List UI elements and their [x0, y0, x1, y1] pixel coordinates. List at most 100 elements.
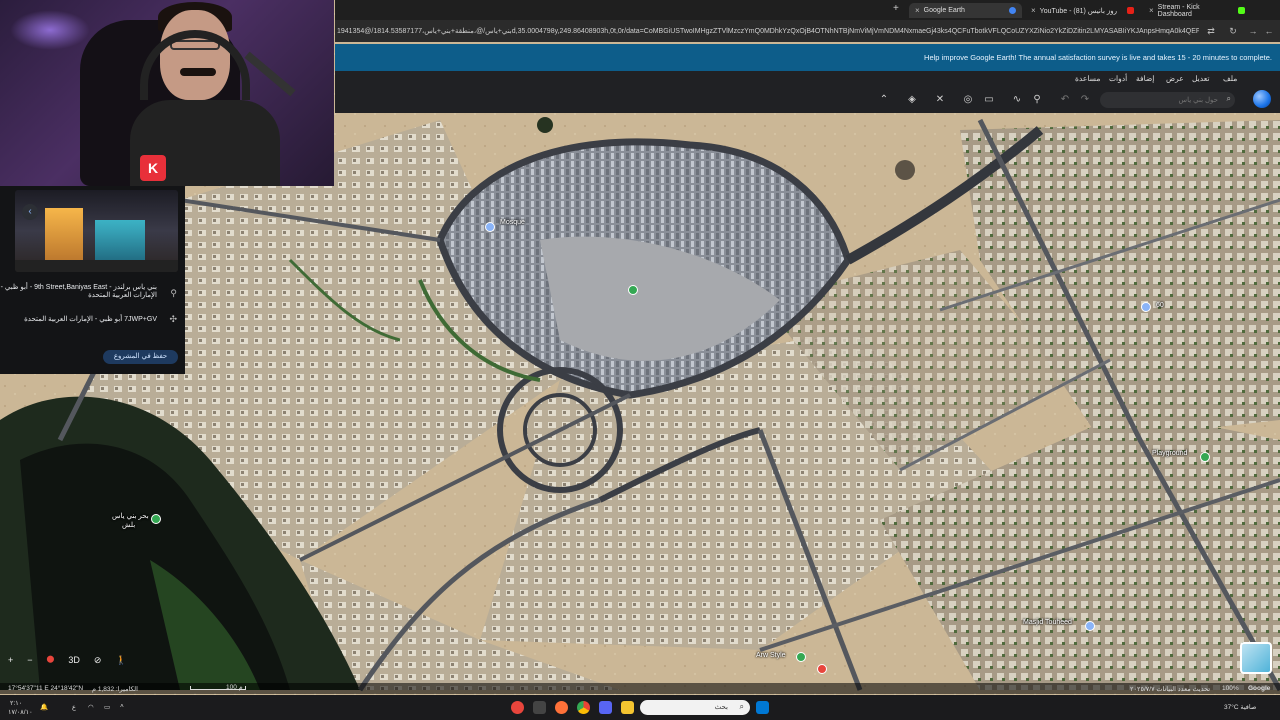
tab-youtube[interactable]: × YouTube - روز بانيس (81)	[1025, 3, 1140, 18]
save-button-label: حفظ في المشروع	[113, 353, 168, 360]
close-tab-icon[interactable]: ×	[1031, 6, 1036, 15]
discord-icon[interactable]	[599, 701, 612, 714]
taskbar-search-label: بحث	[714, 704, 728, 711]
location-pin-icon[interactable]	[628, 285, 638, 295]
menu-file[interactable]: ملف	[1223, 74, 1237, 83]
browser-tab-bar: + × Google Earth × YouTube - روز بانيس (…	[335, 0, 1280, 20]
playground-label[interactable]: Playground	[1152, 450, 1187, 457]
tab-label: Google Earth	[923, 7, 965, 14]
arw-style-pin-icon[interactable]	[796, 652, 806, 662]
place-side-panel: ‹ بني ياس برلندز - 9th Street,Baniyas Ea…	[0, 186, 185, 374]
zoom-in-button[interactable]: +	[8, 655, 13, 669]
chevron-up-icon[interactable]: ⌃	[878, 94, 890, 106]
location-icon: ⚲	[170, 288, 177, 298]
firefox-icon[interactable]	[555, 701, 568, 714]
tab-google-earth[interactable]: × Google Earth	[909, 3, 1022, 18]
notification-icon[interactable]: 🔔	[40, 703, 48, 711]
search-icon[interactable]: ⌕	[1227, 94, 1231, 104]
close-tab-icon[interactable]: ×	[1149, 6, 1154, 15]
back-icon[interactable]: →	[1247, 25, 1259, 37]
zoom-out-button[interactable]: −	[27, 655, 32, 669]
reload-icon[interactable]: ↻	[1227, 25, 1239, 37]
webcam-overlay: K	[0, 0, 334, 186]
tab-kick-dashboard[interactable]: × Stream - Kick Dashboard	[1143, 3, 1251, 18]
weather-widget[interactable]: 37°C صافية	[1224, 703, 1256, 711]
tab-search-icon[interactable]: ⇄	[1205, 25, 1217, 37]
menu-add[interactable]: إضافة	[1136, 74, 1154, 83]
arw-style-label[interactable]: Arw Style	[756, 652, 786, 659]
survey-text: Help improve Google Earth! The annual sa…	[924, 53, 1272, 62]
background-lamp	[10, 10, 90, 50]
lake-pin-icon[interactable]	[151, 514, 161, 524]
3d-toggle-button[interactable]: 3D	[68, 655, 80, 669]
taskbar-search[interactable]: بحث ⌕	[640, 700, 750, 715]
status-bar: 17°54'37"11 E 24°18'42"N الكاميرا: 1,832…	[0, 683, 1280, 694]
coordinates-readout: 17°54'37"11 E 24°18'42"N	[8, 685, 84, 692]
search-input[interactable]	[1108, 94, 1218, 106]
clock-date[interactable]: ١٧/٠٨/١٠	[8, 708, 33, 716]
address-bar[interactable]: 1941354@/بني+ياس/@،منطقة+بني+ياس،1814.53…	[335, 20, 1280, 42]
place-address: بني ياس برلندز - 9th Street,Baniyas East…	[0, 284, 157, 299]
terminal-icon[interactable]	[533, 701, 546, 714]
redo-icon[interactable]: ↷	[1079, 94, 1091, 106]
url-text[interactable]: 1941354@/بني+ياس/@،منطقة+بني+ياس،1814.53…	[337, 27, 1199, 35]
lake-label[interactable]: بحر بني ياس	[112, 512, 149, 520]
menu-view[interactable]: عرض	[1166, 74, 1184, 83]
plus-code: 7JWP+GV أبو ظبي - الإمارات العربية المتح…	[24, 316, 157, 323]
menu-help[interactable]: مساعدة	[1075, 74, 1100, 83]
kick-logo-icon: K	[140, 155, 166, 181]
wifi-icon[interactable]: ◠	[88, 703, 94, 711]
mosque-pin-icon[interactable]	[485, 222, 495, 232]
plus-code-icon: ✣	[169, 314, 177, 324]
pegman-icon[interactable]: 🚶	[115, 655, 126, 669]
clock-time[interactable]: ٢:١٠	[10, 699, 22, 707]
compass-icon[interactable]: ⬤	[47, 655, 55, 669]
imagery-date: تحديث معدد البيانات ٢٠٢٥/٧/٧	[1130, 686, 1211, 693]
menu-edit[interactable]: تعديل	[1192, 74, 1209, 83]
lake-sublabel: بلش	[122, 522, 136, 529]
menu-tools[interactable]: أدوات	[1109, 74, 1127, 83]
map-style-button[interactable]	[1240, 642, 1272, 674]
google-earth-favicon-icon	[1009, 7, 1016, 14]
scale-label: 100 م	[226, 684, 243, 691]
search-icon: ⌕	[739, 702, 744, 711]
path-icon[interactable]: ∿	[1011, 94, 1023, 106]
masjid-label[interactable]: Masjid Touheed	[1023, 619, 1072, 626]
chrome-icon[interactable]	[577, 701, 590, 714]
language-indicator[interactable]: ع	[72, 703, 76, 711]
shop-sign	[95, 220, 145, 260]
account-globe-icon[interactable]	[1253, 90, 1271, 108]
reset-view-icon[interactable]: ⊘	[94, 655, 102, 669]
new-tab-button[interactable]: +	[893, 3, 899, 14]
camera-altitude: الكاميرا: 1,832 م	[92, 686, 138, 693]
street	[15, 260, 178, 272]
road-pin-icon[interactable]	[1141, 302, 1151, 312]
street-view-thumbnail[interactable]	[15, 190, 178, 272]
google-logo: Google	[1248, 685, 1271, 692]
back-button[interactable]: ‹	[22, 204, 38, 220]
youtube-favicon-icon	[1127, 7, 1134, 14]
close-tab-icon[interactable]: ×	[915, 6, 920, 15]
tools-icon[interactable]: ✕	[934, 94, 946, 106]
file-explorer-icon[interactable]	[621, 701, 634, 714]
forward-icon[interactable]: ←	[1263, 25, 1275, 37]
obs-icon[interactable]	[511, 701, 524, 714]
mosque-label[interactable]: Mosque	[500, 219, 525, 226]
map-controls: + − ⬤ 3D ⊘ 🚶	[8, 655, 127, 669]
save-to-project-button[interactable]: حفظ في المشروع	[103, 350, 178, 364]
pin-icon[interactable]: ⚲	[1031, 94, 1043, 106]
search-box[interactable]: ⌕	[1100, 92, 1235, 108]
kick-favicon-icon	[1238, 7, 1245, 14]
masjid-pin-icon[interactable]	[1085, 621, 1095, 631]
battery-icon[interactable]: ▭	[104, 703, 110, 711]
tray-chevron-icon[interactable]: ˄	[120, 703, 124, 710]
layers-icon[interactable]: ◈	[906, 94, 918, 106]
survey-banner[interactable]: Help improve Google Earth! The annual sa…	[335, 44, 1280, 71]
windows-start-icon[interactable]	[756, 701, 769, 714]
playground-pin-icon[interactable]	[1200, 452, 1210, 462]
measure-icon[interactable]: ▭	[983, 94, 995, 106]
undo-icon[interactable]: ↶	[1059, 94, 1071, 106]
street-view-icon[interactable]: ◎	[962, 94, 974, 106]
menu-bar: ملف تعديل عرض إضافة أدوات مساعدة	[335, 71, 1280, 87]
hotel-pin-icon[interactable]	[817, 664, 827, 674]
